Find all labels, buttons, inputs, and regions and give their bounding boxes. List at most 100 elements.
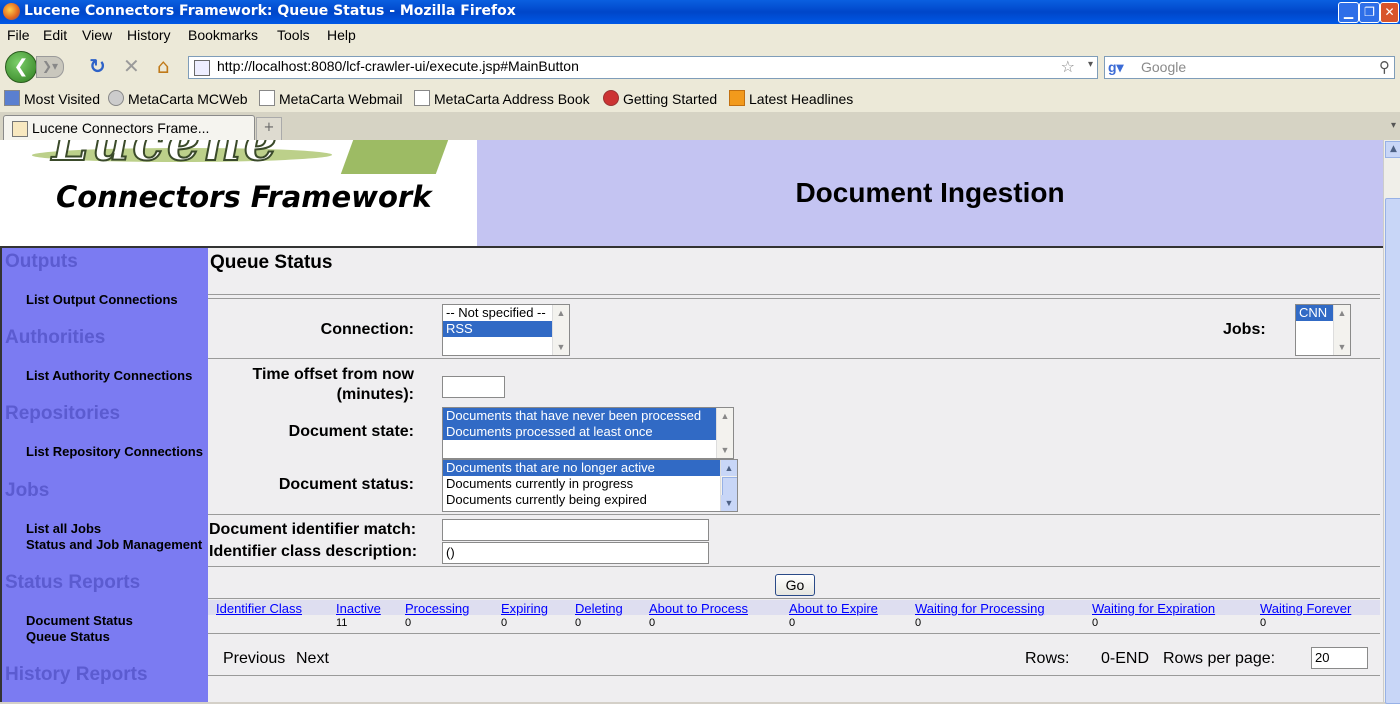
tab-lucene[interactable]: Lucene Connectors Frame... bbox=[3, 115, 255, 141]
scroll-thumb[interactable] bbox=[722, 477, 737, 496]
jobs-option[interactable]: CNN bbox=[1296, 305, 1333, 321]
scroll-up-icon[interactable]: ▲ bbox=[717, 408, 733, 424]
listbox-scrollbar[interactable]: ▲ ▼ bbox=[1333, 305, 1350, 355]
document-status-option[interactable]: Documents currently being expired bbox=[443, 492, 720, 508]
table-cell-processing: 0 bbox=[405, 617, 412, 629]
metacarta-icon bbox=[108, 90, 124, 106]
scroll-up-icon[interactable]: ▲ bbox=[553, 305, 569, 321]
connection-listbox[interactable]: -- Not specified -- RSS ▲ ▼ bbox=[442, 304, 570, 356]
new-tab-button[interactable]: + bbox=[256, 117, 282, 140]
scroll-down-icon[interactable]: ▼ bbox=[553, 339, 569, 355]
minimize-button[interactable]: ▁ bbox=[1338, 2, 1359, 23]
nav-link-status-job-management[interactable]: Status and Job Management bbox=[26, 537, 202, 552]
menu-view[interactable]: View bbox=[82, 27, 112, 43]
forward-button[interactable]: ❯▾ bbox=[36, 56, 64, 78]
bookmark-mcweb[interactable]: MetaCarta MCWeb bbox=[108, 90, 248, 107]
menu-help[interactable]: Help bbox=[327, 27, 356, 43]
go-button[interactable]: Go bbox=[775, 574, 815, 596]
document-status-listbox[interactable]: Documents that are no longer active Docu… bbox=[442, 459, 738, 512]
identifier-match-input[interactable] bbox=[442, 519, 709, 541]
url-dropdown-icon[interactable]: ▾ bbox=[1088, 59, 1093, 70]
url-bar[interactable]: http://localhost:8080/lcf-crawler-ui/exe… bbox=[188, 56, 1098, 79]
menu-bookmarks[interactable]: Bookmarks bbox=[188, 27, 258, 43]
nav-link-document-status[interactable]: Document Status bbox=[26, 613, 133, 628]
identifier-match-label: Document identifier match: bbox=[209, 521, 417, 538]
rows-label: Rows: bbox=[1025, 650, 1070, 667]
column-waiting-for-processing[interactable]: Waiting for Processing bbox=[915, 601, 1045, 616]
scroll-down-icon[interactable]: ▼ bbox=[721, 495, 737, 511]
scroll-up-icon[interactable]: ▲ bbox=[1385, 141, 1400, 158]
navigation-toolbar: ❮ ❯▾ ↻ ✕ ⌂ http://localhost:8080/lcf-cra… bbox=[0, 46, 1400, 86]
column-about-to-process[interactable]: About to Process bbox=[649, 601, 748, 616]
nav-link-list-repository-connections[interactable]: List Repository Connections bbox=[26, 444, 203, 459]
nav-link-queue-status[interactable]: Queue Status bbox=[26, 629, 110, 644]
page-scrollbar[interactable]: ▲ bbox=[1383, 140, 1400, 704]
column-expiring[interactable]: Expiring bbox=[501, 601, 548, 616]
next-link[interactable]: Next bbox=[296, 650, 329, 668]
column-waiting-for-expiration[interactable]: Waiting for Expiration bbox=[1092, 601, 1215, 616]
bookmark-star-icon[interactable]: ☆ bbox=[1061, 57, 1075, 76]
nav-link-list-authority-connections[interactable]: List Authority Connections bbox=[26, 368, 192, 383]
listbox-scrollbar[interactable]: ▲ ▼ bbox=[552, 305, 569, 355]
table-cell-waiting-forever: 0 bbox=[1260, 617, 1267, 629]
bookmark-label: MetaCarta Webmail bbox=[279, 91, 403, 107]
left-navigation: Outputs List Output Connections Authorit… bbox=[0, 248, 210, 702]
table-cell-expiring: 0 bbox=[501, 617, 508, 629]
reload-icon[interactable]: ↻ bbox=[89, 56, 106, 76]
identifier-class-input[interactable]: () bbox=[442, 542, 709, 564]
scroll-down-icon[interactable]: ▼ bbox=[1334, 339, 1350, 355]
previous-link[interactable]: Previous bbox=[223, 650, 285, 668]
menu-edit[interactable]: Edit bbox=[43, 27, 67, 43]
column-inactive[interactable]: Inactive bbox=[336, 601, 381, 616]
scroll-up-icon[interactable]: ▲ bbox=[1334, 305, 1350, 321]
document-state-listbox[interactable]: Documents that have never been processed… bbox=[442, 407, 734, 459]
home-icon[interactable]: ⌂ bbox=[157, 56, 170, 76]
listbox-scrollbar[interactable]: ▲ ▼ bbox=[720, 460, 737, 511]
nav-link-list-all-jobs[interactable]: List all Jobs bbox=[26, 521, 101, 536]
column-deleting[interactable]: Deleting bbox=[575, 601, 623, 616]
bookmark-address-book[interactable]: MetaCarta Address Book bbox=[414, 90, 590, 107]
jobs-listbox[interactable]: CNN ▲ ▼ bbox=[1295, 304, 1351, 356]
bookmark-label: MetaCarta MCWeb bbox=[128, 91, 248, 107]
connection-option[interactable]: RSS bbox=[443, 321, 569, 337]
back-button[interactable]: ❮ bbox=[5, 51, 37, 83]
time-offset-input[interactable] bbox=[442, 376, 505, 398]
close-button[interactable]: ✕ bbox=[1380, 2, 1399, 23]
bookmark-most-visited[interactable]: Most Visited bbox=[4, 90, 100, 107]
column-about-to-expire[interactable]: About to Expire bbox=[789, 601, 878, 616]
scroll-down-icon[interactable]: ▼ bbox=[717, 442, 733, 458]
connection-option[interactable]: -- Not specified -- bbox=[443, 305, 569, 321]
search-bar[interactable]: g▾ Google ⚲ bbox=[1104, 56, 1395, 79]
bookmark-getting-started[interactable]: Getting Started bbox=[603, 90, 717, 107]
document-status-option[interactable]: Documents currently in progress bbox=[443, 476, 720, 492]
tab-list-icon[interactable]: ▾ bbox=[1391, 120, 1396, 131]
stop-icon[interactable]: ✕ bbox=[123, 56, 140, 76]
document-status-option[interactable]: Documents that are no longer active bbox=[443, 460, 720, 476]
bookmark-label: Latest Headlines bbox=[749, 91, 854, 107]
listbox-scrollbar[interactable]: ▲ ▼ bbox=[716, 408, 733, 458]
column-processing[interactable]: Processing bbox=[405, 601, 469, 616]
divider bbox=[208, 598, 1380, 599]
url-text[interactable]: http://localhost:8080/lcf-crawler-ui/exe… bbox=[217, 58, 579, 74]
column-identifier-class[interactable]: Identifier Class bbox=[216, 601, 302, 616]
nav-link-list-output-connections[interactable]: List Output Connections bbox=[26, 292, 178, 307]
menu-history[interactable]: History bbox=[127, 27, 171, 43]
bookmark-latest-headlines[interactable]: Latest Headlines bbox=[729, 90, 853, 107]
rows-per-page-input[interactable]: 20 bbox=[1311, 647, 1368, 669]
nav-heading-outputs: Outputs bbox=[5, 251, 78, 272]
table-cell-inactive: 11 bbox=[336, 617, 348, 629]
menu-tools[interactable]: Tools bbox=[277, 27, 310, 43]
maximize-button[interactable]: ❐ bbox=[1359, 2, 1380, 23]
google-icon[interactable]: g▾ bbox=[1108, 59, 1124, 75]
menu-file[interactable]: File bbox=[7, 27, 30, 43]
scroll-up-icon[interactable]: ▲ bbox=[721, 460, 737, 476]
column-waiting-forever[interactable]: Waiting Forever bbox=[1260, 601, 1351, 616]
document-state-option[interactable]: Documents processed at least once bbox=[443, 424, 716, 440]
search-placeholder[interactable]: Google bbox=[1141, 59, 1186, 75]
document-state-option[interactable]: Documents that have never been processed bbox=[443, 408, 716, 424]
search-icon[interactable]: ⚲ bbox=[1379, 58, 1390, 76]
divider bbox=[208, 358, 1380, 359]
rss-icon bbox=[729, 90, 745, 106]
scroll-thumb[interactable] bbox=[1385, 198, 1400, 704]
bookmark-webmail[interactable]: MetaCarta Webmail bbox=[259, 90, 402, 107]
